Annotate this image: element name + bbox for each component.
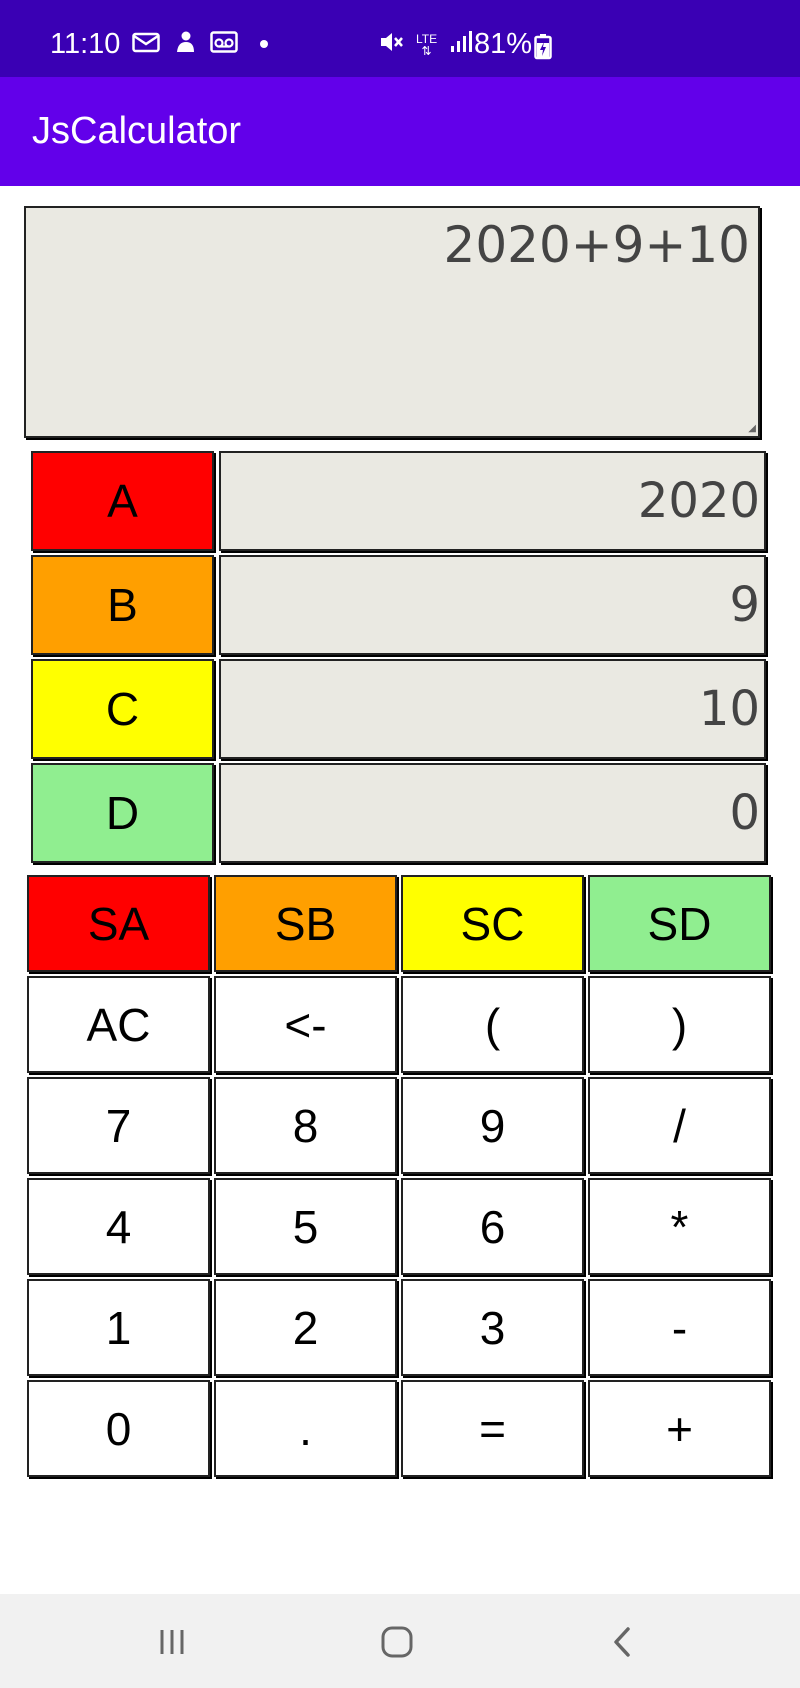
- status-right-icons: LTE ⇅: [378, 30, 473, 59]
- variable-row-d: D 0: [31, 763, 766, 863]
- variable-b-button[interactable]: B: [31, 555, 214, 655]
- decimal-button[interactable]: .: [214, 1380, 397, 1477]
- store-d-button[interactable]: SD: [588, 875, 771, 972]
- app-bar: JsCalculator: [0, 77, 800, 186]
- navigation-bar: [0, 1594, 800, 1688]
- expression-text: 2020+9+10: [443, 216, 750, 274]
- notification-icon: [174, 30, 196, 59]
- digit-6-button[interactable]: 6: [401, 1178, 584, 1275]
- variable-a-button[interactable]: A: [31, 451, 214, 551]
- digit-1-button[interactable]: 1: [27, 1279, 210, 1376]
- variable-b-field[interactable]: 9: [219, 555, 766, 655]
- battery-percent: 81%: [474, 28, 533, 60]
- multiply-button[interactable]: *: [588, 1178, 771, 1275]
- digit-3-button[interactable]: 3: [401, 1279, 584, 1376]
- mute-icon: [378, 30, 404, 59]
- store-b-button[interactable]: SB: [214, 875, 397, 972]
- digit-5-button[interactable]: 5: [214, 1178, 397, 1275]
- app-title: JsCalculator: [32, 110, 242, 152]
- signal-icon: [449, 30, 473, 59]
- voicemail-icon: [210, 31, 238, 58]
- variable-row-b: B 9: [31, 555, 766, 655]
- backspace-button[interactable]: <-: [214, 976, 397, 1073]
- variable-c-field[interactable]: 10: [219, 659, 766, 759]
- add-button[interactable]: +: [588, 1380, 771, 1477]
- resize-grip-icon: ◢: [748, 423, 756, 434]
- dot-icon: [252, 32, 272, 57]
- home-icon[interactable]: [377, 1622, 417, 1662]
- subtract-button[interactable]: -: [588, 1279, 771, 1376]
- keypad: SA SB SC SD AC <- ( ) 7 8 9 / 4 5 6 * 1 …: [27, 875, 772, 1477]
- store-a-button[interactable]: SA: [27, 875, 210, 972]
- status-left-icons: [132, 30, 272, 59]
- mail-icon: [132, 31, 160, 58]
- digit-7-button[interactable]: 7: [27, 1077, 210, 1174]
- close-paren-button[interactable]: ): [588, 976, 771, 1073]
- variable-d-button[interactable]: D: [31, 763, 214, 863]
- variable-d-field[interactable]: 0: [219, 763, 766, 863]
- open-paren-button[interactable]: (: [401, 976, 584, 1073]
- status-time: 11:10: [50, 28, 121, 60]
- variable-row-c: C 10: [31, 659, 766, 759]
- digit-2-button[interactable]: 2: [214, 1279, 397, 1376]
- variable-c-button[interactable]: C: [31, 659, 214, 759]
- digit-8-button[interactable]: 8: [214, 1077, 397, 1174]
- equals-button[interactable]: =: [401, 1380, 584, 1477]
- divide-button[interactable]: /: [588, 1077, 771, 1174]
- battery-icon: [534, 34, 552, 65]
- back-icon[interactable]: [602, 1622, 642, 1662]
- store-c-button[interactable]: SC: [401, 875, 584, 972]
- data-arrows-icon: ⇅: [421, 43, 432, 58]
- digit-0-button[interactable]: 0: [27, 1380, 210, 1477]
- digit-9-button[interactable]: 9: [401, 1077, 584, 1174]
- expression-field[interactable]: 2020+9+10 ◢: [24, 206, 760, 438]
- digit-4-button[interactable]: 4: [27, 1178, 210, 1275]
- lte-icon: LTE ⇅: [416, 33, 437, 57]
- variable-a-field[interactable]: 2020: [219, 451, 766, 551]
- recent-apps-icon[interactable]: [152, 1622, 192, 1662]
- variable-row-a: A 2020: [31, 451, 766, 551]
- status-bar: 11:10 LTE ⇅ 81%: [0, 0, 800, 77]
- all-clear-button[interactable]: AC: [27, 976, 210, 1073]
